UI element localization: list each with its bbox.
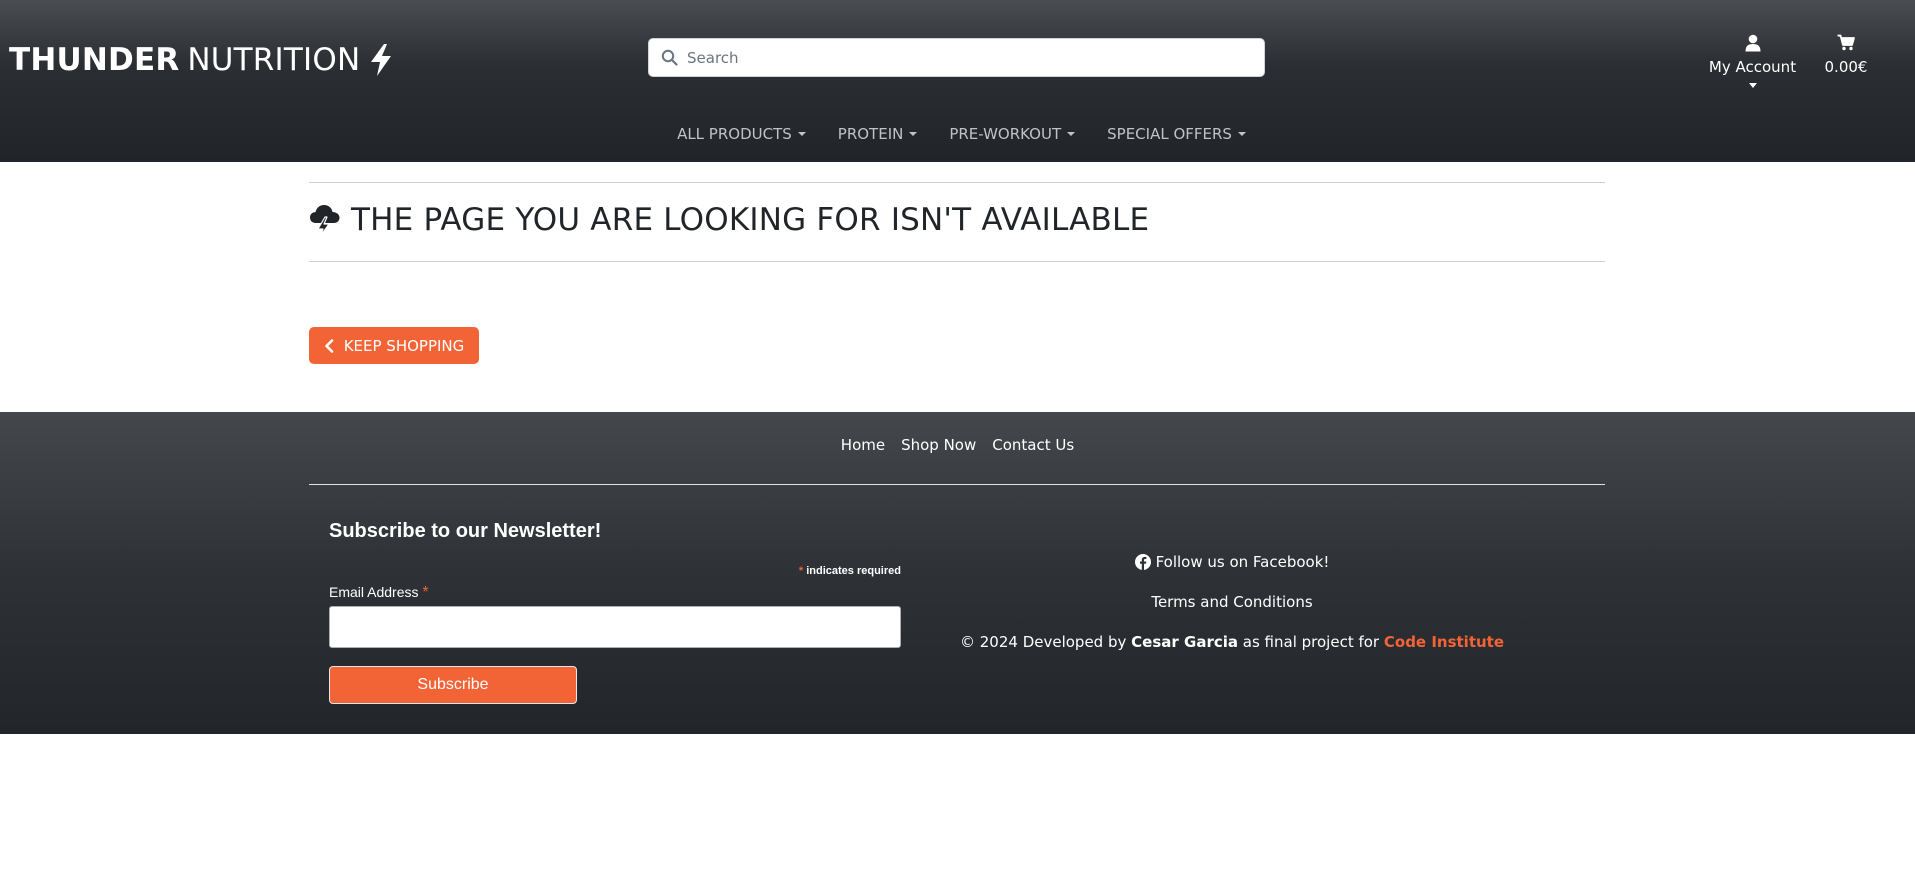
required-note: * indicates required (329, 565, 901, 577)
required-star: * (422, 584, 429, 601)
nav-protein[interactable]: PROTEIN (826, 122, 922, 146)
keep-shopping-button[interactable]: KEEP SHOPPING (309, 327, 479, 364)
footer-link-shop-now[interactable]: Shop Now (901, 436, 976, 460)
brand-name-bold: THUNDER (9, 42, 180, 78)
shopping-cart-icon (1815, 34, 1877, 56)
cloud-bolt-icon (309, 203, 341, 237)
nav-special-offers[interactable]: SPECIAL OFFERS (1095, 122, 1250, 146)
newsletter-heading: Subscribe to our Newsletter! (329, 520, 602, 542)
brand-name-light: NUTRITION (187, 42, 361, 78)
chevron-down-icon (909, 132, 918, 136)
search-input[interactable] (687, 39, 1257, 76)
copyright-middle: as final project for (1242, 633, 1380, 651)
cart-link[interactable]: 0.00€ (1815, 34, 1877, 76)
chevron-left-icon (324, 338, 334, 353)
nav-all-products[interactable]: ALL PRODUCTS (665, 122, 810, 146)
footer-divider (309, 484, 1605, 485)
email-label: Email Address * (329, 584, 429, 602)
nav-label: ALL PRODUCTS (677, 125, 792, 143)
chevron-down-icon (1237, 132, 1246, 136)
chevron-down-icon (1748, 83, 1757, 88)
divider (309, 182, 1605, 183)
my-account-menu[interactable]: My Account (1700, 34, 1805, 88)
user-icon (1700, 34, 1805, 56)
chevron-down-icon (1067, 132, 1076, 136)
email-field[interactable] (329, 606, 901, 648)
email-label-text: Email Address (329, 584, 419, 600)
nav-label: PROTEIN (837, 125, 904, 143)
code-institute-link[interactable]: Code Institute (1384, 633, 1504, 651)
search-icon (661, 49, 678, 66)
footer-link-home[interactable]: Home (841, 436, 885, 460)
page-title: THE PAGE YOU ARE LOOKING FOR ISN'T AVAIL… (309, 199, 1149, 241)
subscribe-button[interactable]: Subscribe (329, 666, 577, 704)
required-star: * (798, 565, 804, 577)
chevron-down-icon (797, 132, 806, 136)
nav-label: PRE-WORKOUT (949, 125, 1062, 143)
page-title-text: THE PAGE YOU ARE LOOKING FOR ISN'T AVAIL… (351, 202, 1150, 238)
facebook-icon (1134, 554, 1151, 570)
brand-logo[interactable]: THUNDER NUTRITION (9, 40, 394, 80)
bolt-icon (368, 43, 394, 77)
terms-link[interactable]: Terms and Conditions (1000, 590, 1464, 614)
nav-label: SPECIAL OFFERS (1107, 125, 1232, 143)
copyright: © 2024 Developed by Cesar Garcia as fina… (900, 630, 1564, 654)
main-nav: ALL PRODUCTS PROTEIN PRE-WORKOUT SPECIAL… (0, 122, 1915, 146)
facebook-link-text: Follow us on Facebook! (1155, 553, 1330, 571)
search-box (648, 38, 1265, 77)
divider (309, 261, 1605, 262)
site-footer: Home Shop Now Contact Us Subscribe to ou… (0, 412, 1915, 734)
keep-shopping-label: KEEP SHOPPING (343, 336, 465, 355)
copyright-author: Cesar Garcia (1131, 633, 1238, 651)
copyright-prefix: © 2024 Developed by (959, 633, 1127, 651)
my-account-label: My Account (1708, 58, 1797, 76)
cart-total: 0.00€ (1824, 58, 1868, 76)
footer-nav: Home Shop Now Contact Us (0, 436, 1915, 460)
facebook-link[interactable]: Follow us on Facebook! (1000, 550, 1464, 574)
footer-link-contact-us[interactable]: Contact Us (992, 436, 1074, 460)
site-header: THUNDER NUTRITION My Account (0, 0, 1915, 162)
required-note-text: indicates required (806, 565, 901, 577)
nav-pre-workout[interactable]: PRE-WORKOUT (937, 122, 1079, 146)
